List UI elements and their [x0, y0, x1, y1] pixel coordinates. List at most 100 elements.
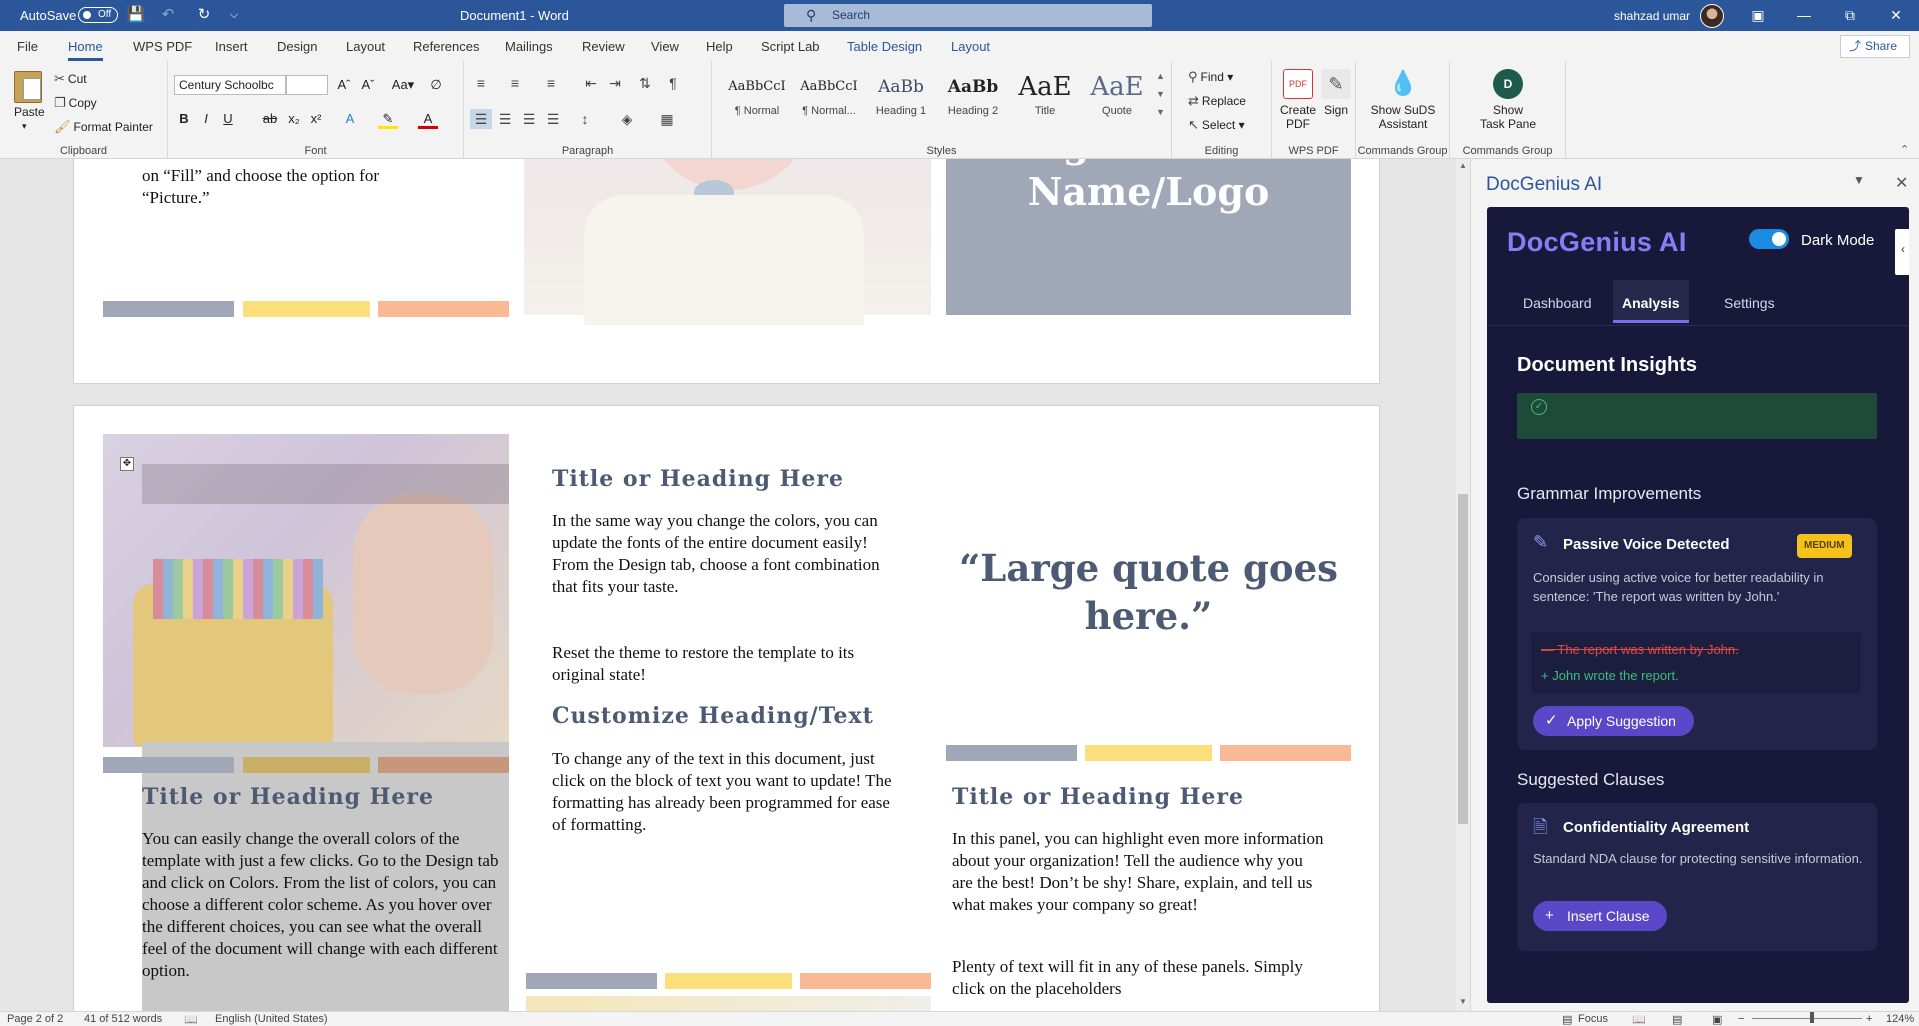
font-color-icon[interactable]: A [418, 109, 438, 129]
copy-button[interactable]: ❐ Copy [54, 95, 97, 111]
zoom-in-icon[interactable]: + [1866, 1013, 1872, 1025]
cut-button[interactable]: ✂ Cut [54, 71, 87, 87]
scroll-down-icon[interactable]: ▼ [1459, 997, 1467, 1006]
para-center-2[interactable]: Reset the theme to restore the template … [552, 642, 902, 686]
tab-home[interactable]: Home [68, 39, 103, 61]
page-count[interactable]: Page 2 of 2 [7, 1013, 63, 1025]
tab-design[interactable]: Design [277, 39, 317, 54]
paste-button[interactable]: Paste [14, 105, 45, 119]
strikethrough-icon[interactable]: ab [260, 109, 280, 129]
line-spacing-icon[interactable]: ↕ [574, 109, 596, 129]
org-logo-box[interactable]: Organization Name/Logo [946, 159, 1351, 315]
decrease-indent-icon[interactable]: ⇤ [580, 73, 602, 93]
para-right-2[interactable]: Plenty of text will fit in any of these … [952, 956, 1327, 1000]
insert-clause-button[interactable]: + Insert Clause [1533, 901, 1668, 931]
proofing-icon[interactable]: 📖 [184, 1013, 198, 1026]
para-center-3[interactable]: To change any of the text in this docume… [552, 748, 902, 836]
replace-button[interactable]: ⇄ Replace [1188, 93, 1246, 109]
shrink-font-icon[interactable]: Aˇ [358, 75, 378, 95]
tab-settings[interactable]: Settings [1724, 295, 1775, 311]
search-box[interactable]: ⚲ Search [784, 4, 1152, 27]
clear-format-icon[interactable]: ∅ [426, 75, 446, 95]
undo-icon[interactable]: ↶ [158, 6, 178, 26]
minimize-icon[interactable]: — [1790, 5, 1818, 27]
large-quote[interactable]: “Large quote goes here.” [946, 544, 1351, 640]
page1-text[interactable]: on “Fill” and choose the option for “Pic… [142, 165, 442, 209]
find-button[interactable]: ⚲ Find ▾ [1188, 69, 1233, 85]
ribbon-display-icon[interactable]: ▣ [1744, 5, 1772, 27]
multilevel-list-icon[interactable]: ≡ [540, 73, 562, 93]
sign-button[interactable]: ✎ Sign [1320, 69, 1352, 117]
autosave-toggle[interactable]: Off [78, 7, 118, 23]
show-marks-icon[interactable]: ¶ [662, 73, 684, 93]
style-title[interactable]: AaE Title [1010, 69, 1080, 127]
subscript-icon[interactable]: x₂ [284, 109, 304, 129]
zoom-level[interactable]: 124% [1886, 1013, 1914, 1025]
heading-left[interactable]: Title or Heading Here [142, 784, 434, 810]
tab-dashboard[interactable]: Dashboard [1523, 295, 1592, 311]
redo-icon[interactable]: ↻ [194, 6, 214, 26]
tab-review[interactable]: Review [582, 39, 625, 54]
avatar[interactable] [1700, 4, 1724, 28]
para-center-1[interactable]: In the same way you change the colors, y… [552, 510, 902, 598]
align-center-icon[interactable]: ☰ [494, 109, 516, 129]
tab-file[interactable]: File [17, 39, 38, 54]
para-left[interactable]: You can easily change the overall colors… [142, 828, 507, 982]
text-effects-icon[interactable]: A [340, 109, 360, 129]
save-icon[interactable]: 💾 [126, 6, 146, 26]
style-normal-2[interactable]: AaBbCcI ¶ Normal... [794, 69, 864, 127]
show-task-pane-button[interactable]: D Show Task Pane [1464, 69, 1552, 131]
close-window-icon[interactable]: ✕ [1882, 5, 1910, 27]
shading-icon[interactable]: ◈ [616, 109, 638, 129]
read-mode-icon[interactable]: 📖 [1632, 1013, 1646, 1026]
tab-view[interactable]: View [651, 39, 679, 54]
style-normal[interactable]: AaBbCcI ¶ Normal [722, 69, 792, 127]
superscript-icon[interactable]: x² [306, 109, 326, 129]
align-left-icon[interactable]: ☰ [470, 109, 492, 129]
borders-icon[interactable]: ▦ [656, 109, 678, 129]
tab-layout[interactable]: Layout [346, 39, 385, 54]
align-right-icon[interactable]: ☰ [518, 109, 540, 129]
tab-help[interactable]: Help [706, 39, 733, 54]
paste-dropdown-icon[interactable]: ▾ [22, 121, 27, 132]
table-move-handle-icon[interactable]: ✥ [120, 457, 134, 471]
tab-references[interactable]: References [413, 39, 479, 54]
zoom-thumb[interactable] [1810, 1012, 1814, 1023]
zoom-slider[interactable] [1752, 1018, 1862, 1019]
zoom-out-icon[interactable]: − [1738, 1013, 1744, 1025]
format-painter-button[interactable]: 🖌 Format Painter [54, 119, 153, 135]
heading-customize[interactable]: Customize Heading/Text [552, 703, 874, 729]
vertical-scrollbar[interactable]: ▲ ▼ [1456, 159, 1470, 1011]
justify-icon[interactable]: ☰ [542, 109, 564, 129]
print-layout-icon[interactable]: ▤ [1672, 1013, 1682, 1026]
tab-script-lab[interactable]: Script Lab [761, 39, 820, 54]
tab-wps-pdf[interactable]: WPS PDF [133, 39, 192, 54]
focus-mode[interactable]: Focus [1578, 1013, 1608, 1025]
underline-icon[interactable]: U [218, 109, 238, 129]
style-quote[interactable]: AaE Quote [1082, 69, 1152, 127]
grow-font-icon[interactable]: Aˆ [334, 75, 354, 95]
user-name[interactable]: shahzad umar [1614, 9, 1690, 23]
change-case-icon[interactable]: Aa▾ [388, 75, 418, 95]
sort-icon[interactable]: ⇅ [634, 73, 656, 93]
panel-collapse-icon[interactable]: ‹ [1895, 229, 1909, 275]
dark-mode-toggle[interactable] [1749, 229, 1789, 249]
create-pdf-button[interactable]: PDF Create PDF [1278, 69, 1318, 131]
pane-close-icon[interactable]: ✕ [1895, 173, 1908, 193]
share-button[interactable]: ⤴ Share [1840, 35, 1910, 58]
apply-suggestion-button[interactable]: ✓ Apply Suggestion [1533, 706, 1694, 736]
style-heading-1[interactable]: AaBb Heading 1 [866, 69, 936, 127]
heading-right[interactable]: Title or Heading Here [952, 784, 1244, 810]
tab-mailings[interactable]: Mailings [505, 39, 553, 54]
increase-indent-icon[interactable]: ⇥ [604, 73, 626, 93]
collapse-ribbon-icon[interactable]: ⌃ [1900, 143, 1909, 156]
customize-qat-icon[interactable]: ⌵ [224, 6, 244, 26]
bullets-icon[interactable]: ≡ [470, 73, 492, 93]
font-size-combo[interactable] [286, 75, 328, 95]
scroll-up-icon[interactable]: ▲ [1459, 161, 1467, 170]
restore-icon[interactable]: ⧉ [1836, 5, 1864, 27]
scroll-thumb[interactable] [1458, 494, 1468, 824]
font-name-combo[interactable]: Century Schoolbc [174, 75, 286, 95]
style-heading-2[interactable]: AaBb Heading 2 [938, 69, 1008, 127]
tab-insert[interactable]: Insert [215, 39, 248, 54]
